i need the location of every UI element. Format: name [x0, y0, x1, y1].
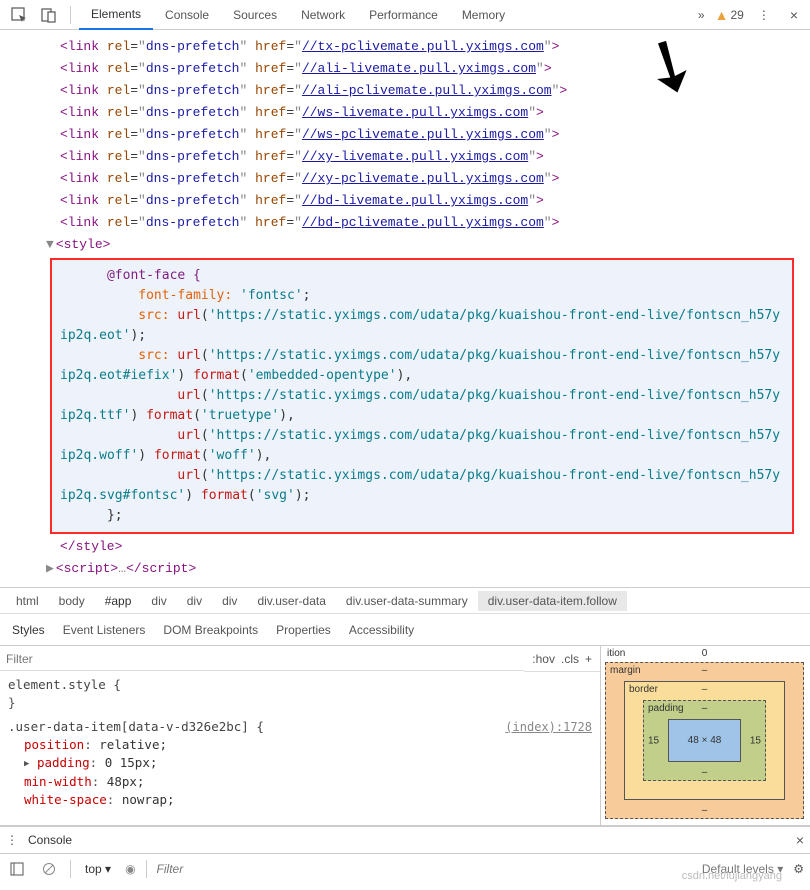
- tab-network[interactable]: Network: [289, 0, 357, 30]
- expand-arrow-icon[interactable]: ▶: [46, 561, 54, 576]
- tab-sources[interactable]: Sources: [221, 0, 289, 30]
- drawer-tab-console[interactable]: Console: [24, 833, 796, 847]
- context-selector[interactable]: top ▾: [81, 860, 115, 878]
- styles-pane: :hov .cls + element.style { } (index):17…: [0, 646, 810, 826]
- styles-tab-dom-breakpoints[interactable]: DOM Breakpoints: [163, 623, 258, 637]
- tab-performance[interactable]: Performance: [357, 0, 450, 30]
- crumb-div[interactable]: div: [212, 591, 247, 611]
- console-sep-2: [146, 860, 147, 878]
- styles-tab-event-listeners[interactable]: Event Listeners: [63, 623, 146, 637]
- log-levels-selector[interactable]: Default levels ▾: [702, 862, 783, 876]
- cls-toggle[interactable]: .cls: [561, 652, 579, 666]
- tab-memory[interactable]: Memory: [450, 0, 517, 30]
- drawer-kebab-icon[interactable]: ⋮: [6, 833, 24, 847]
- inspect-icon[interactable]: [6, 2, 32, 28]
- tab-console[interactable]: Console: [153, 0, 221, 30]
- styles-filter-input[interactable]: [0, 648, 524, 671]
- warnings-badge[interactable]: ▲ 29: [715, 7, 744, 23]
- crumb-div-user-data-summary[interactable]: div.user-data-summary: [336, 591, 478, 611]
- live-expression-icon[interactable]: ◉: [125, 862, 135, 876]
- console-sidebar-icon[interactable]: [6, 862, 28, 876]
- clear-console-icon[interactable]: [38, 862, 60, 876]
- crumb-html[interactable]: html: [6, 591, 49, 611]
- crumb-div[interactable]: div: [177, 591, 212, 611]
- styles-tab-styles[interactable]: Styles: [12, 623, 45, 637]
- decl-padding[interactable]: ▶ padding: 0 15px;: [8, 754, 592, 773]
- warning-count: 29: [730, 8, 743, 22]
- dom-node-link[interactable]: <link rel="dns-prefetch" href="//ws-live…: [0, 102, 810, 124]
- warning-icon: ▲: [715, 7, 729, 23]
- crumb-body[interactable]: body: [49, 591, 95, 611]
- gear-icon[interactable]: ⚙: [793, 862, 804, 876]
- dom-node-link[interactable]: <link rel="dns-prefetch" href="//ali-liv…: [0, 58, 810, 80]
- dom-node-link[interactable]: <link rel="dns-prefetch" href="//xy-live…: [0, 146, 810, 168]
- panel-tabs: ElementsConsoleSourcesNetworkPerformance…: [79, 0, 688, 30]
- hov-toggle[interactable]: :hov: [532, 652, 555, 666]
- devtools-toolbar: ElementsConsoleSourcesNetworkPerformance…: [0, 0, 810, 30]
- styles-column: :hov .cls + element.style { } (index):17…: [0, 646, 600, 825]
- more-tabs-icon[interactable]: »: [692, 8, 711, 22]
- crumb-div-user-data[interactable]: div.user-data: [247, 591, 335, 611]
- dom-node-link[interactable]: <link rel="dns-prefetch" href="//ws-pcli…: [0, 124, 810, 146]
- element-style-rule[interactable]: element.style { }: [8, 676, 592, 712]
- dom-node-link[interactable]: <link rel="dns-prefetch" href="//bd-live…: [0, 190, 810, 212]
- hov-cls-bar: :hov .cls +: [524, 646, 600, 672]
- dom-node-style[interactable]: ▼<style>: [0, 234, 810, 256]
- decl-white-space[interactable]: white-space: nowrap;: [8, 791, 592, 809]
- drawer-close-icon[interactable]: ×: [796, 832, 804, 848]
- decl-position[interactable]: position: relative;: [8, 736, 592, 754]
- rule-source-link[interactable]: (index):1728: [505, 718, 592, 736]
- new-rule-button[interactable]: +: [585, 652, 592, 666]
- dom-node-link[interactable]: <link rel="dns-prefetch" href="//ali-pcl…: [0, 80, 810, 102]
- chevron-down-icon: ▾: [777, 862, 783, 876]
- crumb-div-user-data-item-follow[interactable]: div.user-data-item.follow: [478, 591, 627, 611]
- console-sep: [70, 860, 71, 878]
- chevron-down-icon: ▾: [105, 862, 111, 876]
- dom-node-script[interactable]: ▶<script>…</script>: [0, 558, 810, 580]
- expand-arrow-icon[interactable]: ▼: [46, 237, 54, 252]
- box-content-size: 48 × 48: [668, 719, 741, 762]
- console-filter-input[interactable]: [157, 862, 337, 876]
- elements-panel[interactable]: <link rel="dns-prefetch" href="//tx-pcli…: [0, 30, 810, 588]
- crumb-div[interactable]: div: [141, 591, 176, 611]
- dom-node-link[interactable]: <link rel="dns-prefetch" href="//xy-pcli…: [0, 168, 810, 190]
- box-model[interactable]: ition0 margin – border – padding – 15 15…: [600, 646, 810, 825]
- decl-min-width[interactable]: min-width: 48px;: [8, 773, 592, 791]
- drawer-header: ⋮ Console ×: [0, 826, 810, 854]
- styles-tabs: Styles Event Listeners DOM Breakpoints Prop…: [0, 614, 810, 646]
- expand-arrow-icon[interactable]: ▶: [24, 755, 29, 773]
- console-toolbar: top ▾ ◉ Default levels ▾ ⚙: [0, 854, 810, 884]
- styles-tab-accessibility[interactable]: Accessibility: [349, 623, 414, 637]
- kebab-icon[interactable]: ⋮: [748, 8, 780, 22]
- dom-node-link[interactable]: <link rel="dns-prefetch" href="//bd-pcli…: [0, 212, 810, 234]
- dom-node-link[interactable]: <link rel="dns-prefetch" href="//tx-pcli…: [0, 36, 810, 58]
- fontface-highlight[interactable]: @font-face { font-family: 'fontsc'; src:…: [50, 258, 794, 534]
- toolbar-sep: [70, 6, 71, 24]
- close-icon[interactable]: ×: [784, 7, 804, 23]
- breadcrumb-bar: htmlbody#appdivdivdivdiv.user-datadiv.us…: [0, 588, 810, 614]
- crumb--app[interactable]: #app: [95, 591, 142, 611]
- tab-elements[interactable]: Elements: [79, 0, 153, 30]
- styles-tab-properties[interactable]: Properties: [276, 623, 331, 637]
- rule-user-data-item[interactable]: (index):1728 .user-data-item[data-v-d326…: [8, 718, 592, 809]
- dom-node-style-close[interactable]: </style>: [0, 536, 810, 558]
- device-toggle-icon[interactable]: [36, 2, 62, 28]
